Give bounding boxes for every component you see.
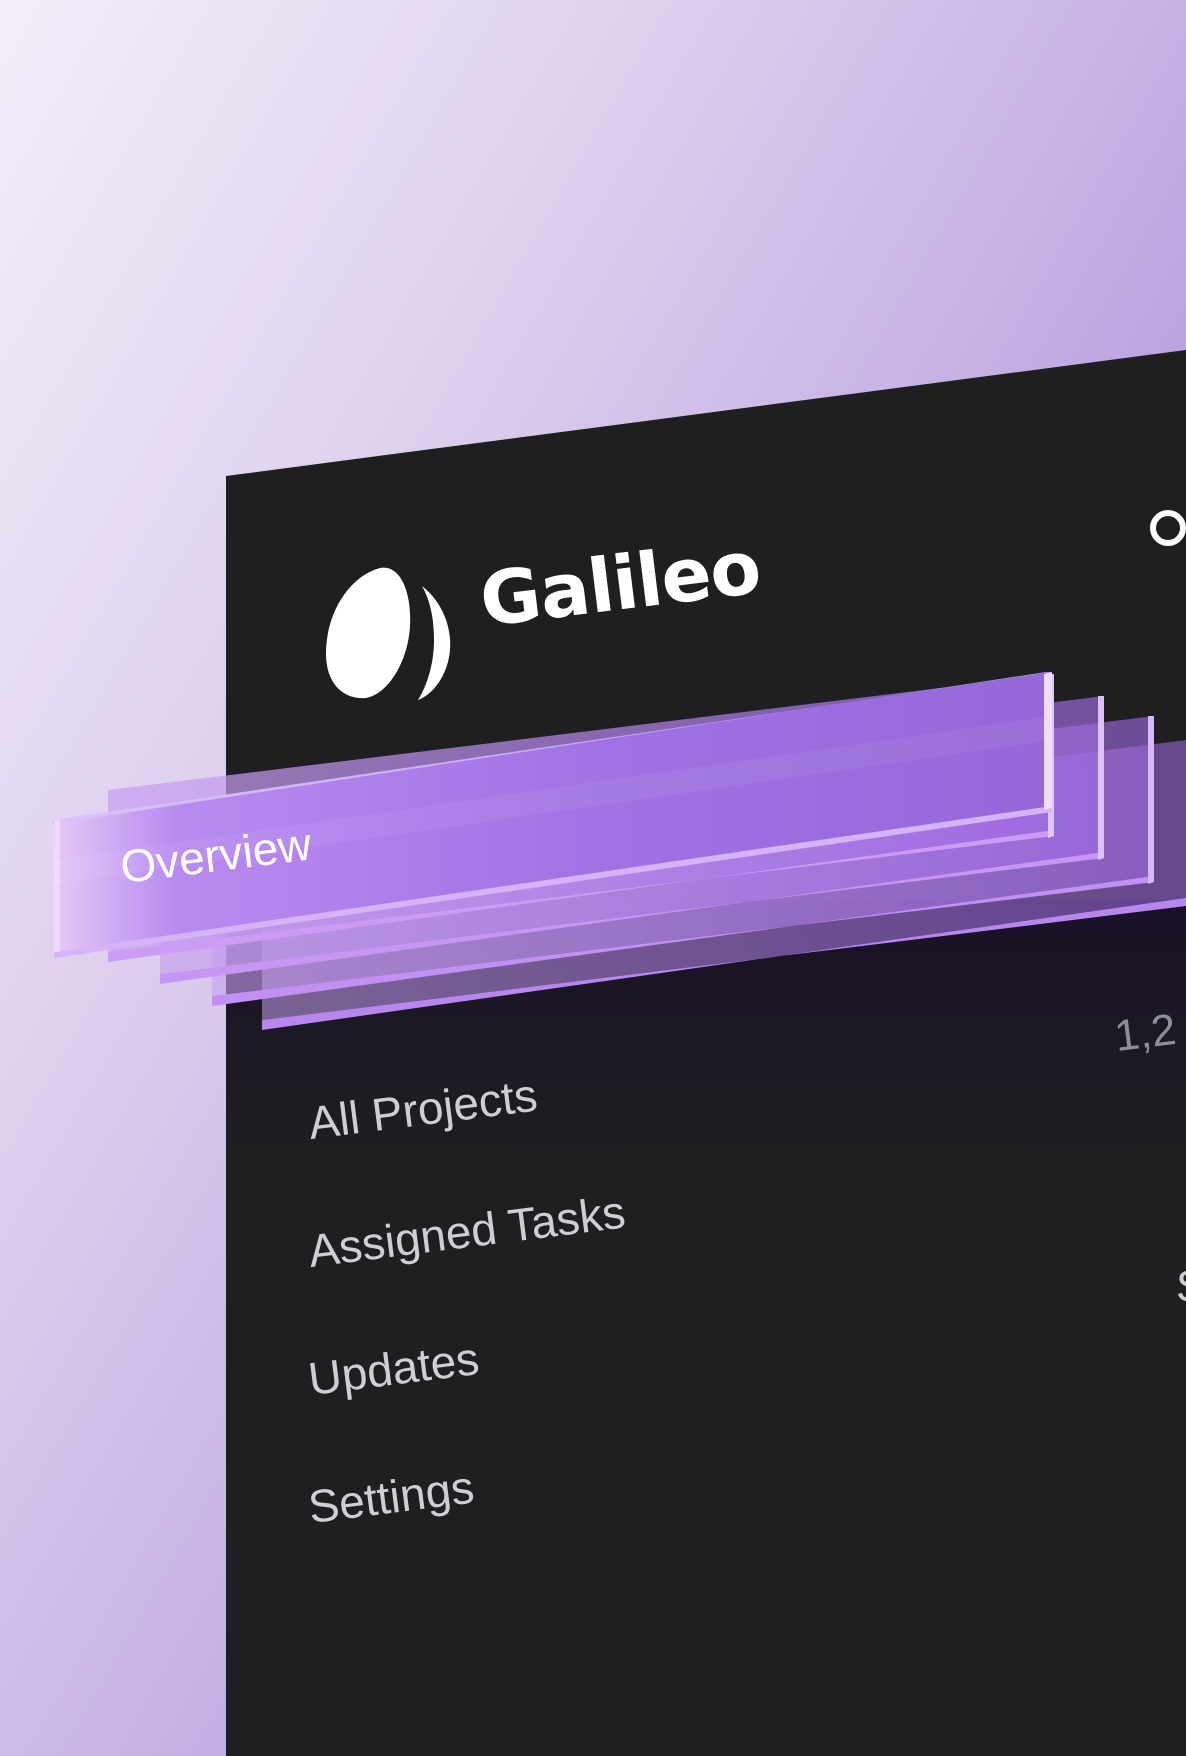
search-icon[interactable]	[1144, 504, 1186, 552]
count-value: 1,2	[1111, 1004, 1179, 1062]
partial-value: S	[1176, 1262, 1186, 1312]
half-moon-logo-icon	[326, 567, 451, 700]
stage: Galileo Overview 1,2 All Projects Assign…	[0, 0, 1186, 1756]
